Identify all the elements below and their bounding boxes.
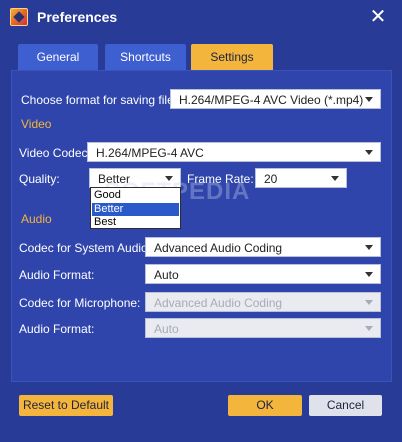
save-format-value: H.264/MPEG-4 AVC Video (*.mp4) <box>179 93 364 107</box>
quality-label: Quality: <box>19 172 60 186</box>
video-codec-value: H.264/MPEG-4 AVC <box>96 146 204 160</box>
save-format-select[interactable]: H.264/MPEG-4 AVC Video (*.mp4) <box>170 89 381 109</box>
system-audio-format-select[interactable]: Auto <box>145 264 381 284</box>
window-title: Preferences <box>37 9 118 25</box>
frame-rate-value: 20 <box>264 172 278 186</box>
ok-button[interactable]: OK <box>228 395 302 416</box>
system-audio-codec-select[interactable]: Advanced Audio Coding <box>145 237 381 257</box>
mic-codec-label: Codec for Microphone: <box>19 296 141 310</box>
tab-general[interactable]: General <box>18 44 98 71</box>
chevron-down-icon <box>165 176 173 181</box>
title-bar: Preferences ✕ <box>0 0 402 38</box>
video-codec-label: Video Codec: <box>19 146 91 160</box>
video-codec-select[interactable]: H.264/MPEG-4 AVC <box>87 142 381 162</box>
tab-shortcuts[interactable]: Shortcuts <box>105 44 186 71</box>
app-logo-icon <box>10 8 28 26</box>
mic-format-select: Auto <box>145 318 381 338</box>
quality-option-better[interactable]: Better <box>92 203 179 216</box>
chevron-down-icon <box>365 272 373 277</box>
quality-value: Better <box>98 172 131 186</box>
cancel-button[interactable]: Cancel <box>309 395 382 416</box>
chevron-down-icon <box>365 150 373 155</box>
mic-codec-value: Advanced Audio Coding <box>154 296 283 310</box>
frame-rate-select[interactable]: 20 <box>255 168 347 188</box>
system-audio-codec-label: Codec for System Audio: <box>19 241 152 255</box>
close-icon[interactable]: ✕ <box>368 7 388 27</box>
quality-option-best[interactable]: Best <box>92 216 179 229</box>
reset-to-default-button[interactable]: Reset to Default <box>19 395 113 416</box>
video-section-heading: Video <box>21 117 52 131</box>
quality-select[interactable]: Better <box>89 168 181 188</box>
chevron-down-icon <box>365 97 373 102</box>
chevron-down-icon <box>365 326 373 331</box>
frame-rate-label: Frame Rate: <box>187 172 254 186</box>
chevron-down-icon <box>365 245 373 250</box>
chevron-down-icon <box>331 176 339 181</box>
system-audio-format-value: Auto <box>154 268 179 282</box>
save-format-label: Choose format for saving file: <box>21 93 178 107</box>
quality-dropdown-list: Good Better Best <box>90 187 181 229</box>
quality-option-good[interactable]: Good <box>92 189 179 202</box>
chevron-down-icon <box>365 300 373 305</box>
mic-format-value: Auto <box>154 322 179 336</box>
mic-format-label: Audio Format: <box>19 322 95 336</box>
audio-section-heading: Audio <box>21 212 52 226</box>
system-audio-codec-value: Advanced Audio Coding <box>154 241 283 255</box>
tab-settings[interactable]: Settings <box>191 44 273 71</box>
system-audio-format-label: Audio Format: <box>19 268 95 282</box>
mic-codec-select: Advanced Audio Coding <box>145 292 381 312</box>
